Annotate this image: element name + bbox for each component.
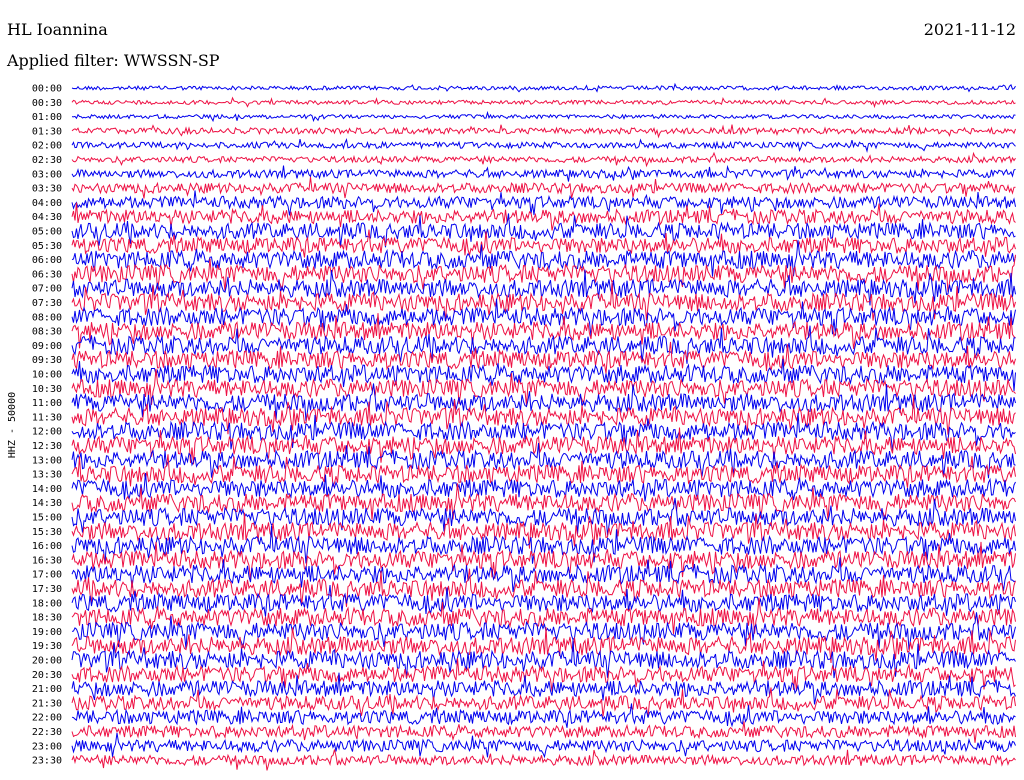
time-label: 21:00 [32, 684, 62, 695]
time-label: 22:00 [32, 713, 62, 724]
trace-row [71, 124, 1016, 139]
time-label: 01:30 [32, 126, 62, 137]
time-label: 05:30 [32, 241, 62, 252]
time-label: 08:30 [32, 327, 62, 338]
time-label: 20:30 [32, 670, 62, 681]
time-label: 16:30 [32, 555, 62, 566]
time-label: 04:00 [32, 198, 62, 209]
time-label: 20:00 [32, 656, 62, 667]
time-label: 10:30 [32, 384, 62, 395]
time-label: 12:30 [32, 441, 62, 452]
time-label: 12:00 [32, 427, 62, 438]
trace-row [71, 151, 1016, 168]
time-label: 18:00 [32, 598, 62, 609]
time-label: 23:30 [32, 756, 62, 767]
trace-row [71, 177, 1016, 199]
time-label: 22:30 [32, 727, 62, 738]
time-label: 15:30 [32, 527, 62, 538]
trace-row [71, 672, 1016, 705]
trace-group [71, 82, 1016, 771]
time-label: 14:30 [32, 498, 62, 509]
time-label: 15:00 [32, 513, 62, 524]
trace-row [71, 96, 1016, 109]
time-label: 00:00 [32, 84, 62, 95]
trace-row [71, 732, 1016, 759]
time-label: 10:00 [32, 370, 62, 381]
time-label: 00:30 [32, 98, 62, 109]
time-label: 23:00 [32, 741, 62, 752]
time-label: 03:30 [32, 184, 62, 195]
y-axis-label: HHZ - 50000 [7, 392, 18, 458]
time-labels: 00:00 00:30 01:00 01:30 02:00 02:30 03:00 03:30… [32, 84, 62, 767]
seismogram-chart: 00:00 00:30 01:00 01:30 02:00 02:30 03:00 03:30… [7, 82, 1016, 771]
time-label: 02:00 [32, 141, 62, 152]
trace-row [71, 164, 1016, 182]
time-label: 09:30 [32, 355, 62, 366]
trace-row [71, 269, 1016, 306]
time-label: 14:00 [32, 484, 62, 495]
time-label: 04:30 [32, 212, 62, 223]
time-label: 11:30 [32, 412, 62, 423]
time-label: 17:30 [32, 584, 62, 595]
trace-row [71, 472, 1016, 502]
time-label: 17:00 [32, 570, 62, 581]
trace-row [71, 749, 1016, 771]
time-label: 06:00 [32, 255, 62, 266]
time-label: 18:30 [32, 613, 62, 624]
time-label: 07:00 [32, 284, 62, 295]
time-label: 05:00 [32, 227, 62, 238]
time-label: 07:30 [32, 298, 62, 309]
trace-row [71, 82, 1016, 93]
time-label: 03:00 [32, 169, 62, 180]
trace-row [71, 137, 1016, 153]
trace-row [71, 721, 1016, 743]
time-label: 08:00 [32, 312, 62, 323]
time-label: 13:30 [32, 470, 62, 481]
trace-row [71, 110, 1016, 123]
time-label: 09:00 [32, 341, 62, 352]
time-label: 11:00 [32, 398, 62, 409]
time-label: 01:00 [32, 112, 62, 123]
time-label: 13:00 [32, 455, 62, 466]
time-label: 19:00 [32, 627, 62, 638]
time-label: 06:30 [32, 269, 62, 280]
time-label: 19:30 [32, 641, 62, 652]
time-label: 21:30 [32, 698, 62, 709]
helicorder-figure: HL Ioannina 2021-11-12 Applied filter: W… [0, 0, 1024, 780]
time-label: 02:30 [32, 155, 62, 166]
time-label: 16:00 [32, 541, 62, 552]
